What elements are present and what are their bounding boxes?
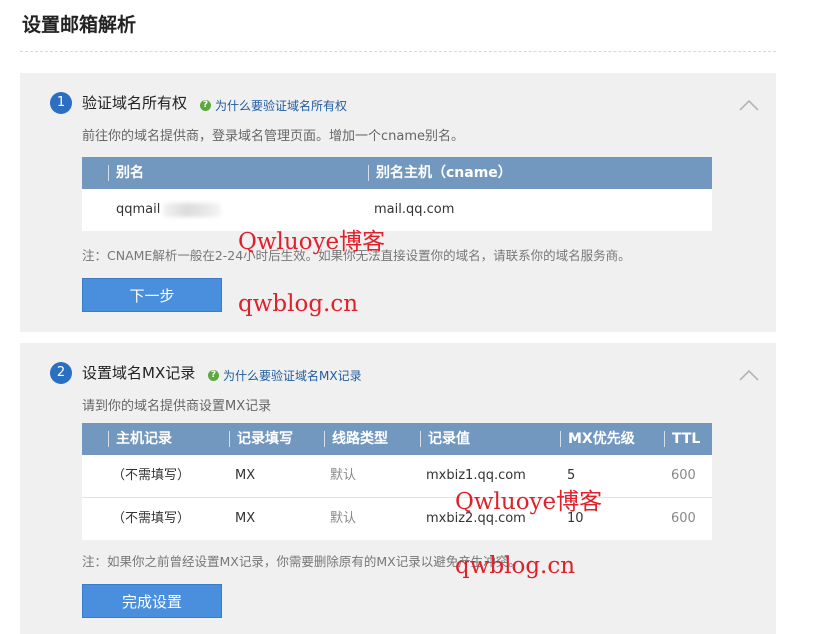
alias-cell: qqmail (116, 189, 222, 231)
question-circle-icon: ? (200, 100, 211, 111)
table-row: （不需填写） MX 默认 mxbiz2.qq.com 10 600 (82, 498, 712, 540)
mx-table-header: 主机记录 记录填写 线路类型 记录值 MX优先级 TTL (82, 423, 712, 455)
column-header-line: 线路类型 (324, 423, 388, 455)
mx-table: 主机记录 记录填写 线路类型 记录值 MX优先级 TTL （不需填写） MX 默… (82, 423, 712, 540)
ttl-cell: 600 (671, 468, 696, 483)
step2-title: 设置域名MX记录 (82, 364, 196, 382)
page-title: 设置邮箱解析 (22, 14, 137, 36)
column-header-mx-priority: MX优先级 (560, 423, 635, 455)
type-cell: MX (235, 468, 256, 483)
title-divider (20, 51, 776, 52)
column-header-ttl: TTL (664, 423, 700, 455)
question-circle-icon: ? (208, 370, 219, 381)
ttl-cell: 600 (671, 511, 696, 526)
step2-panel: 2 设置域名MX记录 ? 为什么要验证域名MX记录 请到你的域名提供商设置MX记… (20, 343, 776, 634)
step2-help-link-label: 为什么要验证域名MX记录 (223, 369, 362, 383)
step1-description: 前往你的域名提供商，登录域名管理页面。增加一个cname别名。 (82, 129, 465, 144)
chevron-up-icon[interactable] (738, 99, 760, 111)
step1-help-link-label: 为什么要验证域名所有权 (215, 99, 348, 113)
step2-description: 请到你的域名提供商设置MX记录 (82, 399, 272, 414)
watermark-url: qwblog.cn (238, 291, 359, 317)
finish-setup-button[interactable]: 完成设置 (82, 584, 222, 618)
type-cell: MX (235, 511, 256, 526)
host-cell: mail.qq.com (374, 202, 455, 217)
cname-table: 别名 别名主机（cname） qqmail mail.qq.com (82, 157, 712, 231)
step1-badge: 1 (50, 92, 72, 114)
step2-help-link[interactable]: ? 为什么要验证域名MX记录 (208, 367, 362, 384)
column-header-cname-host: 别名主机（cname） (368, 157, 512, 189)
step2-badge: 2 (50, 362, 72, 384)
line-cell: 默认 (330, 468, 357, 483)
column-header-alias: 别名 (108, 157, 144, 189)
column-header-host: 主机记录 (108, 423, 172, 455)
chevron-up-icon[interactable] (738, 369, 760, 381)
host-cell: （不需填写） (112, 468, 191, 483)
step1-title: 验证域名所有权 (82, 94, 188, 112)
table-row: qqmail mail.qq.com (82, 189, 712, 231)
watermark-text: Qwluoye博客 (238, 229, 386, 255)
line-cell: 默认 (330, 511, 357, 526)
column-header-value: 记录值 (420, 423, 470, 455)
host-cell: （不需填写） (112, 511, 191, 526)
watermark-url: qwblog.cn (455, 553, 576, 579)
redacted-blur (163, 202, 222, 217)
next-step-button[interactable]: 下一步 (82, 278, 222, 312)
cname-table-header: 别名 别名主机（cname） (82, 157, 712, 189)
table-row: （不需填写） MX 默认 mxbiz1.qq.com 5 600 (82, 455, 712, 498)
step1-panel: 1 验证域名所有权 ? 为什么要验证域名所有权 前往你的域名提供商，登录域名管理… (20, 73, 776, 332)
column-header-record-type: 记录填写 (229, 423, 293, 455)
watermark-text: Qwluoye博客 (455, 489, 603, 515)
step1-help-link[interactable]: ? 为什么要验证域名所有权 (200, 97, 347, 114)
